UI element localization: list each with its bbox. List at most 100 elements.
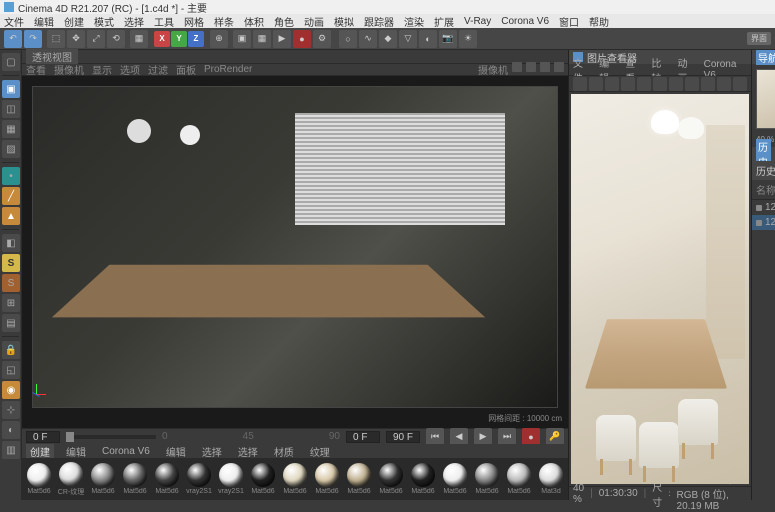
primitive-deformer[interactable]: ▽ bbox=[399, 30, 417, 48]
pv-compare-button[interactable] bbox=[637, 77, 651, 91]
timeline-slider[interactable] bbox=[66, 435, 156, 439]
menu-item-9[interactable]: 角色 bbox=[274, 14, 294, 29]
record-key-button[interactable]: ● bbox=[522, 428, 540, 446]
quantize-tool[interactable]: ▤ bbox=[2, 314, 20, 332]
snap-settings-tool[interactable]: S bbox=[2, 274, 20, 292]
pv-fullscreen-button[interactable] bbox=[701, 77, 715, 91]
material-swatch[interactable]: Mat5d6 bbox=[280, 463, 310, 495]
viewport-solo-tool[interactable]: ◉ bbox=[2, 381, 20, 399]
render-pv-button[interactable]: ▶ bbox=[273, 30, 291, 48]
planar-workplane-tool[interactable]: ◱ bbox=[2, 361, 20, 379]
menu-item-5[interactable]: 工具 bbox=[154, 14, 174, 29]
history-row[interactable]: 12.png01:30.3 bbox=[752, 215, 775, 230]
menu-item-12[interactable]: 跟踪器 bbox=[364, 14, 394, 29]
navigator-thumbnail[interactable] bbox=[756, 69, 775, 129]
object-mode-tool[interactable]: ◫ bbox=[2, 100, 20, 118]
scale-tool[interactable]: ⤢ bbox=[87, 30, 105, 48]
axis-y-toggle[interactable]: Y bbox=[171, 31, 187, 47]
material-swatch[interactable]: Mat5d6 bbox=[120, 463, 150, 495]
material-tab-2[interactable]: Corona V6 bbox=[98, 446, 154, 457]
locked-workplane-tool[interactable]: 🔒 bbox=[2, 341, 20, 359]
render-settings-button[interactable]: ⚙ bbox=[313, 30, 331, 48]
coord-system-button[interactable]: ⊕ bbox=[210, 30, 228, 48]
primitive-camera[interactable]: 📷 bbox=[439, 30, 457, 48]
material-tab-7[interactable]: 纹理 bbox=[306, 444, 334, 459]
redo-button[interactable]: ↷ bbox=[24, 30, 42, 48]
material-tab-3[interactable]: 编辑 bbox=[162, 444, 190, 459]
timeline-cur-field[interactable]: 0 F bbox=[346, 431, 380, 443]
material-swatch[interactable]: Mat5d6 bbox=[408, 463, 438, 495]
axis-x-toggle[interactable]: X bbox=[154, 31, 170, 47]
model-mode-tool[interactable]: ▣ bbox=[2, 80, 20, 98]
timeline-start-field[interactable]: 0 F bbox=[26, 431, 60, 443]
poly-mode-tool[interactable]: ▲ bbox=[2, 207, 20, 225]
pv-channel-button[interactable] bbox=[733, 77, 747, 91]
tweak-tool[interactable]: ◧ bbox=[2, 234, 20, 252]
live-select-tool[interactable]: ⬚ bbox=[47, 30, 65, 48]
texture-mode-tool[interactable]: ▦ bbox=[2, 120, 20, 138]
material-tab-5[interactable]: 选择 bbox=[234, 444, 262, 459]
rotate-tool[interactable]: ⟲ bbox=[107, 30, 125, 48]
menu-item-10[interactable]: 动画 bbox=[304, 14, 324, 29]
history-row[interactable]: 12.png00:00.0 bbox=[752, 200, 775, 215]
material-swatch[interactable]: Mat5d6 bbox=[248, 463, 278, 495]
edge-mode-tool[interactable]: ╱ bbox=[2, 187, 20, 205]
vp-move-icon[interactable] bbox=[526, 62, 536, 72]
axis-z-toggle[interactable]: Z bbox=[188, 31, 204, 47]
menu-item-13[interactable]: 渲染 bbox=[404, 14, 424, 29]
primitive-null[interactable]: ○ bbox=[339, 30, 357, 48]
move-tool[interactable]: ✥ bbox=[67, 30, 85, 48]
viewport-menu-5[interactable]: 面板 bbox=[176, 62, 196, 77]
tab-navigator[interactable]: 导航器 bbox=[756, 50, 775, 65]
viewport-menu-1[interactable]: 摄像机 bbox=[54, 62, 84, 77]
pv-histogram-button[interactable] bbox=[685, 77, 699, 91]
menu-item-18[interactable]: 帮助 bbox=[589, 14, 609, 29]
render-active-button[interactable]: ● bbox=[293, 30, 311, 48]
material-swatch[interactable]: vray2S1 bbox=[216, 463, 246, 495]
vp-zoom-icon[interactable] bbox=[540, 62, 550, 72]
menu-item-0[interactable]: 文件 bbox=[4, 14, 24, 29]
make-editable-tool[interactable]: ▢ bbox=[2, 53, 20, 71]
menu-item-8[interactable]: 体积 bbox=[244, 14, 264, 29]
material-swatch[interactable]: Mat5d6 bbox=[472, 463, 502, 495]
primitive-light[interactable]: ☀ bbox=[459, 30, 477, 48]
perspective-viewport[interactable]: 网格间距 : 10000 cm bbox=[22, 76, 568, 428]
pv-play-button[interactable] bbox=[605, 77, 619, 91]
play-start-button[interactable]: ⏮ bbox=[426, 428, 444, 446]
material-swatch[interactable]: Mat5d6 bbox=[152, 463, 182, 495]
pv-ab-button[interactable] bbox=[653, 77, 667, 91]
menu-item-15[interactable]: V-Ray bbox=[464, 16, 491, 27]
viewport-menu-3[interactable]: 选项 bbox=[120, 62, 140, 77]
material-swatch[interactable]: Mat5d6 bbox=[88, 463, 118, 495]
viewport-menu-4[interactable]: 过滤 bbox=[148, 62, 168, 77]
menu-item-3[interactable]: 模式 bbox=[94, 14, 114, 29]
vp-max-icon[interactable] bbox=[554, 62, 564, 72]
material-swatch[interactable]: Mat5d6 bbox=[344, 463, 374, 495]
workplane-tool[interactable]: ▨ bbox=[2, 140, 20, 158]
material-swatch[interactable]: Mat5d6 bbox=[376, 463, 406, 495]
autokey-button[interactable]: 🔑 bbox=[546, 428, 564, 446]
material-tab-4[interactable]: 选择 bbox=[198, 444, 226, 459]
menu-item-4[interactable]: 选择 bbox=[124, 14, 144, 29]
viewport-menu-2[interactable]: 显示 bbox=[92, 62, 112, 77]
menu-item-6[interactable]: 网格 bbox=[184, 14, 204, 29]
material-swatch[interactable]: vray2S1 bbox=[184, 463, 214, 495]
uv-poly-tool[interactable]: ▥ bbox=[2, 441, 20, 459]
workplane-snap-tool[interactable]: ⊞ bbox=[2, 294, 20, 312]
play-next-button[interactable]: ⏭ bbox=[498, 428, 516, 446]
viewport-menu-6[interactable]: ProRender bbox=[204, 64, 252, 75]
play-button[interactable]: ▶ bbox=[474, 428, 492, 446]
menu-item-7[interactable]: 样条 bbox=[214, 14, 234, 29]
vp-nav-icon[interactable] bbox=[512, 62, 522, 72]
primitive-spline[interactable]: ∿ bbox=[359, 30, 377, 48]
picture-viewer-canvas[interactable] bbox=[571, 94, 749, 484]
menu-item-11[interactable]: 模拟 bbox=[334, 14, 354, 29]
material-swatch[interactable]: Mat5d6 bbox=[440, 463, 470, 495]
animation-mode-tool[interactable]: ◐ bbox=[2, 421, 20, 439]
menu-item-1[interactable]: 编辑 bbox=[34, 14, 54, 29]
pv-stop-button[interactable] bbox=[621, 77, 635, 91]
menu-item-14[interactable]: 扩展 bbox=[434, 14, 454, 29]
primitive-field[interactable]: ◐ bbox=[419, 30, 437, 48]
play-prev-button[interactable]: ◀ bbox=[450, 428, 468, 446]
menu-item-17[interactable]: 窗口 bbox=[559, 14, 579, 29]
